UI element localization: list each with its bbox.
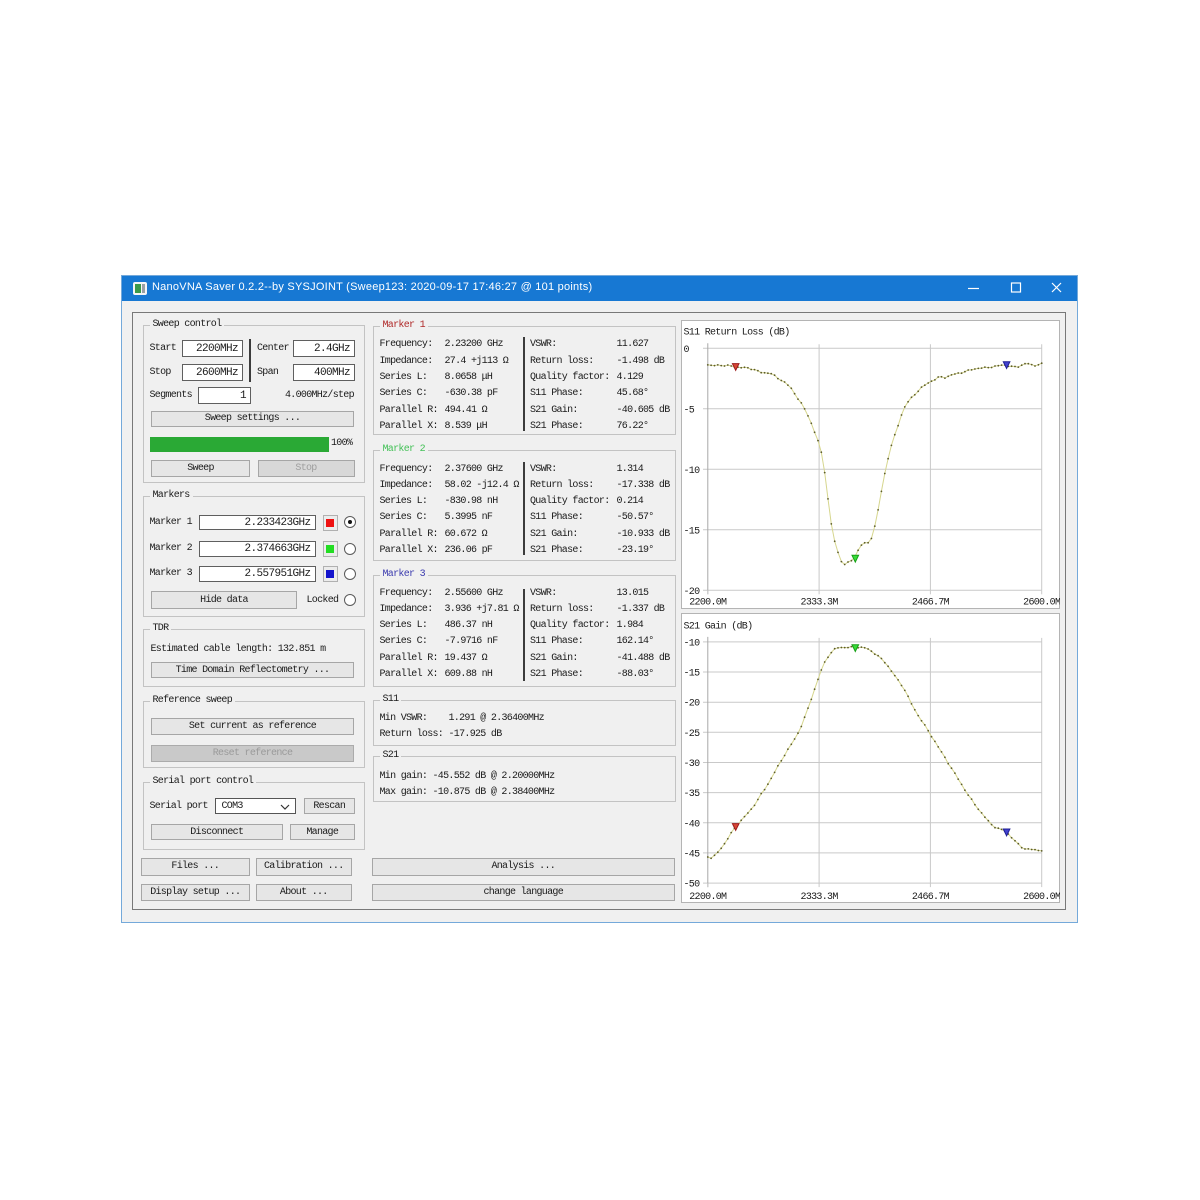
svg-text:S21 Gain (dB): S21 Gain (dB) [684,621,753,633]
svg-text:2200.0M: 2200.0M [689,892,727,903]
svg-text:2600.0M: 2600.0M [1023,892,1060,903]
svg-text:2333.3M: 2333.3M [801,598,839,609]
svg-text:2333.3M: 2333.3M [801,892,839,903]
svg-text:2466.7M: 2466.7M [912,892,950,903]
svg-text:-20: -20 [684,699,701,710]
svg-text:2600.0M: 2600.0M [1023,598,1060,609]
svg-text:-25: -25 [684,729,701,740]
svg-text:-15: -15 [684,526,701,537]
svg-text:2466.7M: 2466.7M [912,598,950,609]
svg-text:-40: -40 [684,819,701,830]
svg-text:-45: -45 [684,849,701,860]
svg-text:-35: -35 [684,789,701,800]
svg-text:S11 Return Loss (dB): S11 Return Loss (dB) [684,327,790,339]
svg-text:-10: -10 [684,638,701,649]
svg-text:0: 0 [684,345,690,356]
svg-text:-5: -5 [684,405,695,416]
svg-text:-15: -15 [684,669,701,680]
svg-text:-50: -50 [684,880,701,891]
svg-text:2200.0M: 2200.0M [689,598,727,609]
svg-text:-20: -20 [684,587,701,598]
svg-text:-10: -10 [684,466,701,477]
svg-text:-30: -30 [684,759,701,770]
